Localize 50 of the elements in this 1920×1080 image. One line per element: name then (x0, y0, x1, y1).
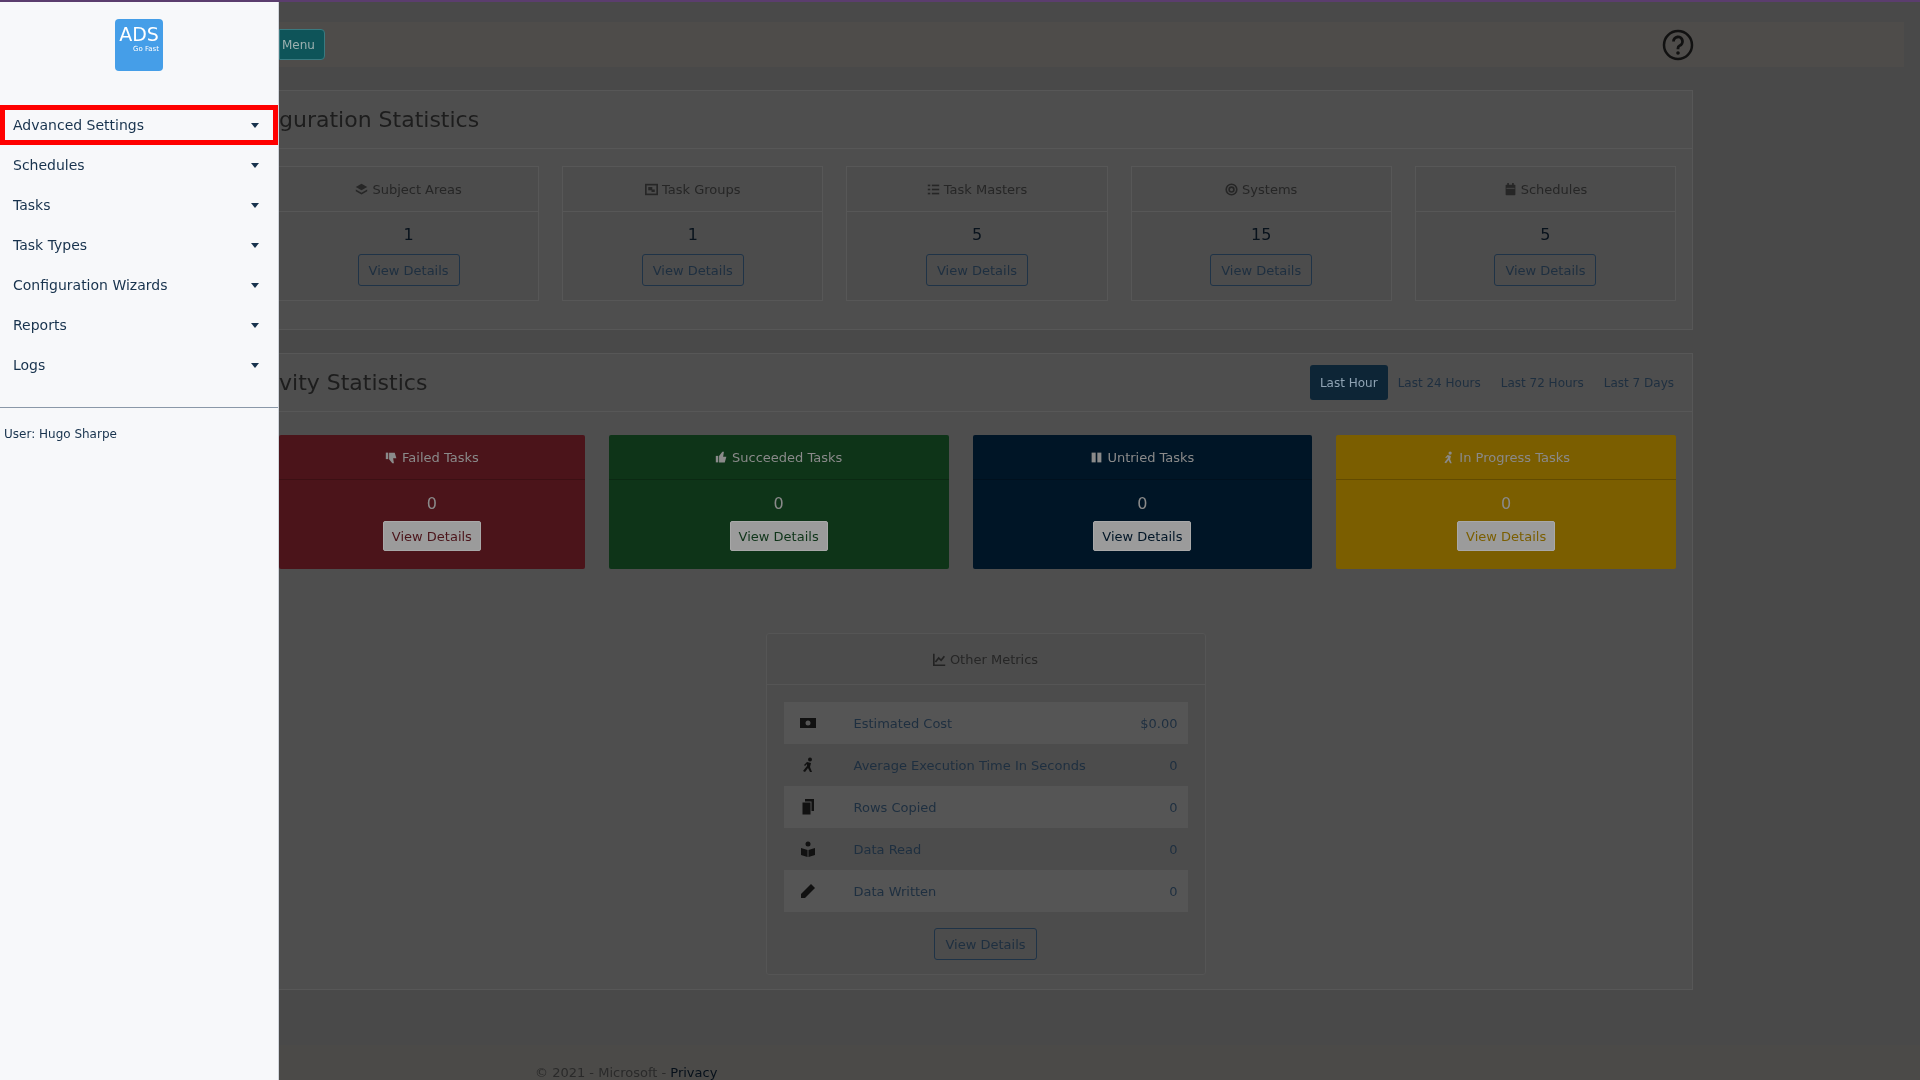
view-details-button[interactable]: View Details (1457, 521, 1556, 551)
sidebar-item[interactable]: Reports (0, 305, 278, 345)
caret-icon (251, 362, 259, 368)
sidebar-item[interactable]: Advanced Settings (0, 105, 278, 145)
stat-value: 0 (1137, 494, 1148, 513)
reader-icon (799, 841, 816, 857)
line-chart-icon (932, 652, 946, 666)
list-icon (926, 182, 940, 196)
stat-value: 1 (687, 225, 698, 244)
sidebar-item[interactable]: Tasks (0, 185, 278, 225)
caret-icon (251, 322, 259, 328)
time-range-tab[interactable]: Last Hour (1309, 365, 1388, 400)
card-title: Succeeded Tasks (732, 449, 843, 465)
thumbs-up-icon (715, 450, 728, 464)
card-title: Untried Tasks (1107, 449, 1195, 465)
caret-icon (251, 282, 259, 288)
pause-icon (1090, 450, 1104, 464)
target-icon (1225, 182, 1239, 196)
menu-button[interactable]: Menu (279, 29, 325, 60)
user-label: User: Hugo Sharpe (3, 426, 118, 443)
stat-value: 0 (426, 494, 437, 513)
caret-icon (251, 202, 259, 208)
view-details-button[interactable]: View Details (1093, 521, 1192, 551)
stat-value: 15 (1251, 225, 1272, 244)
money-bill-icon (799, 715, 816, 731)
layers-icon (355, 182, 369, 196)
view-details-button[interactable]: View Details (382, 521, 481, 551)
pencil-icon (799, 883, 816, 899)
caret-icon (251, 242, 259, 248)
stat-value: 1 (403, 225, 414, 244)
card-title: In Progress Tasks (1459, 449, 1570, 465)
calendar-icon (1503, 182, 1517, 196)
card-title: Failed Tasks (402, 449, 479, 465)
view-details-button[interactable]: View Details (729, 521, 828, 551)
sidebar-item[interactable]: Logs (0, 345, 278, 385)
caret-icon (251, 122, 259, 128)
stat-value: 0 (773, 494, 784, 513)
stat-value: 5 (1540, 225, 1551, 244)
stat-value: 5 (971, 225, 983, 244)
object-group-icon (645, 182, 659, 196)
thumbs-down-icon (385, 450, 399, 464)
sidebar-item[interactable]: Schedules (0, 145, 278, 185)
caret-icon (251, 162, 259, 168)
help-icon[interactable] (1662, 28, 1694, 61)
metric-value: $0.00 (1140, 715, 1178, 731)
privacy-link[interactable]: Privacy (670, 1065, 718, 1080)
copy-icon (799, 799, 816, 815)
sidebar-item[interactable]: Configuration Wizards (0, 265, 278, 305)
stat-value: 0 (1501, 494, 1512, 513)
sidebar-item[interactable]: Task Types (0, 225, 278, 265)
